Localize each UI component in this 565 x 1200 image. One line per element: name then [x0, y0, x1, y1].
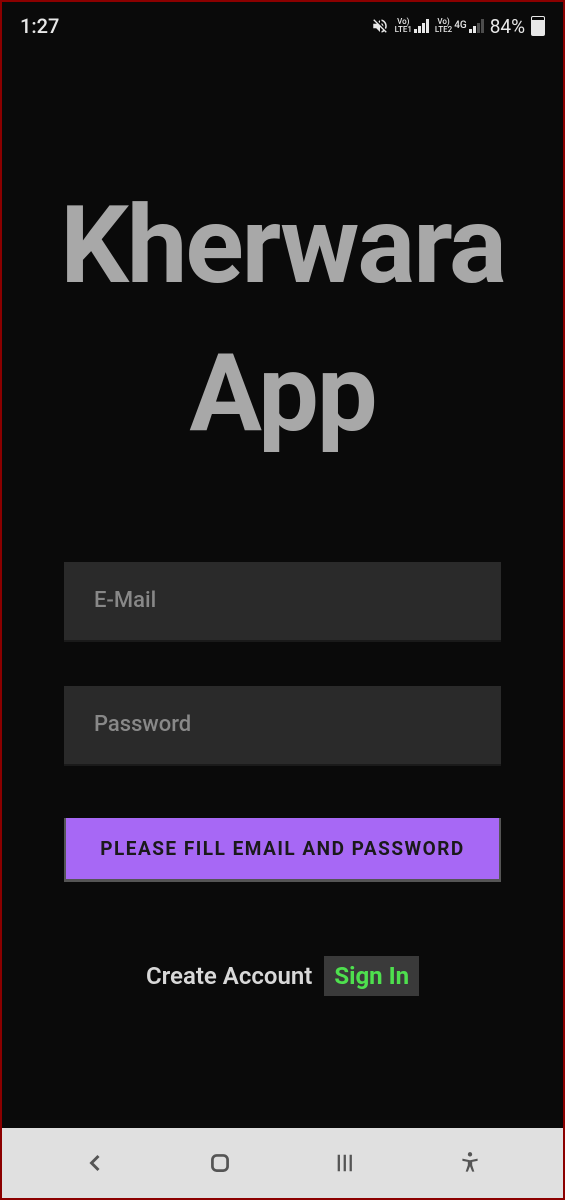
password-field[interactable]	[64, 686, 501, 766]
login-screen: Kherwara App PLEASE FILL EMAIL AND PASSW…	[2, 50, 563, 1128]
lte2-indicator: Vo) LTE2 4G	[435, 18, 484, 34]
status-time: 1:27	[20, 14, 59, 38]
sign-in-button[interactable]: Sign In	[324, 956, 419, 996]
app-title-line2: App	[2, 338, 563, 451]
battery-percent: 84%	[490, 15, 525, 38]
status-indicators: Vo) LTE1 Vo) LTE2 4G 84%	[371, 15, 545, 38]
home-button[interactable]	[200, 1143, 240, 1183]
accessibility-button[interactable]	[450, 1143, 490, 1183]
account-row: Create Account Sign In	[64, 956, 501, 996]
login-form: PLEASE FILL EMAIL AND PASSWORD Create Ac…	[2, 562, 563, 996]
email-field[interactable]	[64, 562, 501, 642]
home-icon	[207, 1150, 233, 1176]
create-account-label: Create Account	[146, 962, 312, 990]
battery-icon	[531, 16, 545, 36]
back-icon	[81, 1149, 109, 1177]
accessibility-icon	[457, 1150, 483, 1176]
recent-apps-button[interactable]	[325, 1143, 365, 1183]
back-button[interactable]	[75, 1143, 115, 1183]
navigation-bar	[2, 1128, 563, 1198]
mute-icon	[371, 17, 389, 35]
app-title-line1: Kherwara	[2, 190, 563, 303]
menu-icon	[333, 1152, 357, 1174]
device-frame: 1:27 Vo) LTE1 Vo) LTE2 4G	[2, 2, 563, 1198]
lte1-indicator: Vo) LTE1	[395, 18, 429, 34]
status-bar: 1:27 Vo) LTE1 Vo) LTE2 4G	[2, 2, 563, 50]
submit-button[interactable]: PLEASE FILL EMAIL AND PASSWORD	[64, 818, 501, 882]
